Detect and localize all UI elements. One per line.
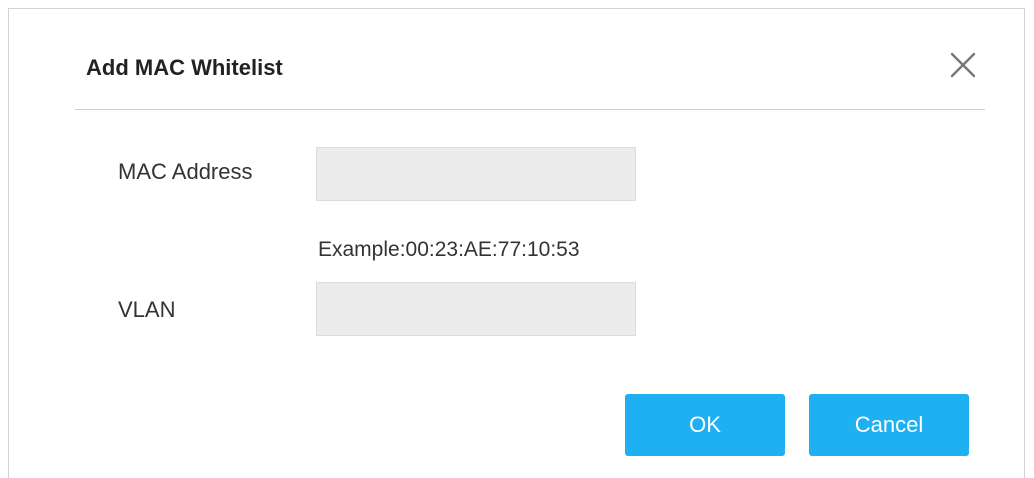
mac-address-input[interactable] — [316, 147, 636, 201]
close-icon — [950, 52, 976, 78]
vlan-input[interactable] — [316, 282, 636, 336]
close-button[interactable] — [945, 47, 981, 83]
cancel-button[interactable]: Cancel — [809, 394, 969, 456]
title-divider — [75, 109, 985, 110]
add-mac-whitelist-dialog: Add MAC Whitelist MAC Address Example:00… — [8, 8, 1025, 478]
ok-button[interactable]: OK — [625, 394, 785, 456]
mac-address-example-hint: Example:00:23:AE:77:10:53 — [318, 238, 580, 261]
mac-address-label: MAC Address — [118, 159, 253, 184]
vlan-label: VLAN — [118, 297, 176, 322]
dialog-title: Add MAC Whitelist — [86, 55, 283, 80]
